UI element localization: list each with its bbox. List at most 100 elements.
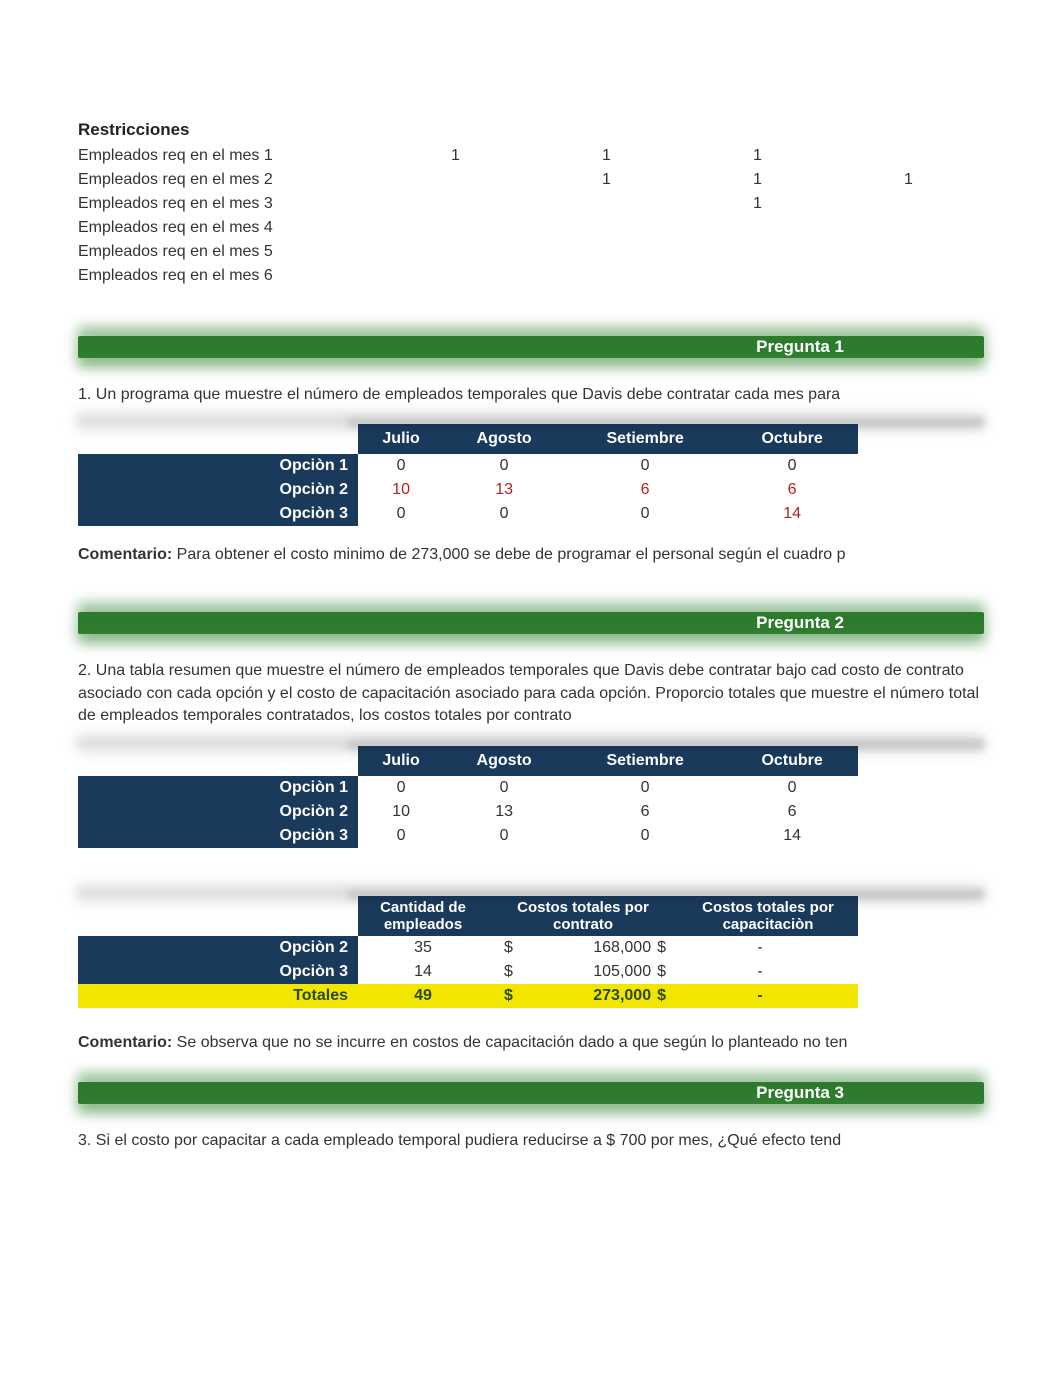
comment-label: Comentario: xyxy=(78,546,172,563)
col-header: Octubre xyxy=(726,746,858,776)
cell xyxy=(380,192,531,216)
cell: 0 xyxy=(444,776,564,800)
comment-label: Comentario: xyxy=(78,1034,172,1051)
cell: 1 xyxy=(833,168,984,192)
cell: 1 xyxy=(682,168,833,192)
restricciones-table: Empleados req en el mes 1 1 1 1 Empleado… xyxy=(78,144,984,288)
table-row: Opciòn 2 35 $ 168,000 $ - xyxy=(78,936,858,960)
row-label: Opciòn 2 xyxy=(78,478,358,502)
question-3-label: Pregunta 3 xyxy=(756,1082,844,1104)
row-label: Empleados req en el mes 5 xyxy=(78,240,380,264)
cell: 6 xyxy=(564,478,726,502)
cell: 13 xyxy=(444,800,564,824)
cell: 0 xyxy=(444,454,564,478)
cell: $ 168,000 $ xyxy=(488,936,678,960)
table-row: Empleados req en el mes 2 1 1 1 xyxy=(78,168,984,192)
cell xyxy=(531,216,682,240)
cell: - xyxy=(678,984,858,1008)
question-2-text: 2. Una tabla resumen que muestre el núme… xyxy=(78,660,984,727)
cell: 14 xyxy=(726,502,858,526)
restricciones-heading: Restricciones xyxy=(78,120,984,140)
table-row: Opciòn 3 0 0 0 14 xyxy=(78,824,858,848)
cell: - xyxy=(678,960,858,984)
cell: 13 xyxy=(444,478,564,502)
table-row: Opciòn 3 14 $ 105,000 $ - xyxy=(78,960,858,984)
cell xyxy=(380,264,531,288)
cell: 0 xyxy=(726,776,858,800)
cell: 6 xyxy=(726,478,858,502)
currency: $ xyxy=(504,987,513,1005)
pregunta2-table: Julio Agosto Setiembre Octubre Opciòn 1 … xyxy=(78,746,858,848)
comment-1: Comentario: Para obtener el costo minimo… xyxy=(78,546,984,564)
cell xyxy=(531,240,682,264)
cell: 1 xyxy=(531,168,682,192)
cell: 1 xyxy=(682,144,833,168)
cell: 14 xyxy=(726,824,858,848)
cell: 0 xyxy=(444,502,564,526)
amount: 105,000 xyxy=(513,963,657,981)
cell: - xyxy=(678,936,858,960)
row-label: Empleados req en el mes 6 xyxy=(78,264,380,288)
currency: $ xyxy=(504,939,513,957)
currency: $ xyxy=(657,987,666,1005)
cell xyxy=(682,240,833,264)
cell: 0 xyxy=(358,454,444,478)
row-label: Opciòn 3 xyxy=(78,502,358,526)
comment-text: Se observa que no se incurre en costos d… xyxy=(172,1034,847,1051)
row-label: Empleados req en el mes 4 xyxy=(78,216,380,240)
question-1-bar: Pregunta 1 xyxy=(78,330,984,364)
col-header: Costos totales por contrato xyxy=(488,896,678,937)
cell xyxy=(833,264,984,288)
col-header: Julio xyxy=(358,424,444,454)
cell xyxy=(380,216,531,240)
cell xyxy=(833,144,984,168)
row-label: Opciòn 3 xyxy=(78,824,358,848)
cell: 0 xyxy=(726,454,858,478)
cell: 0 xyxy=(358,824,444,848)
question-3-text: 3. Si el costo por capacitar a cada empl… xyxy=(78,1130,984,1152)
amount: 168,000 xyxy=(513,939,657,957)
row-label: Opciòn 3 xyxy=(78,960,358,984)
cell: 6 xyxy=(564,800,726,824)
currency: $ xyxy=(504,963,513,981)
cell xyxy=(682,216,833,240)
cell xyxy=(380,168,531,192)
col-header: Agosto xyxy=(444,746,564,776)
row-label: Opciòn 1 xyxy=(78,776,358,800)
totals-row: Totales 49 $ 273,000 $ - xyxy=(78,984,858,1008)
row-label: Opciòn 2 xyxy=(78,936,358,960)
cell xyxy=(682,264,833,288)
pregunta1-table: Julio Agosto Setiembre Octubre Opciòn 1 … xyxy=(78,424,858,526)
table-row: Opciòn 2 10 13 6 6 xyxy=(78,478,858,502)
col-header: Julio xyxy=(358,746,444,776)
comment-text: Para obtener el costo minimo de 273,000 … xyxy=(172,546,845,563)
question-1-label: Pregunta 1 xyxy=(756,336,844,358)
row-label: Totales xyxy=(78,984,358,1008)
comment-2: Comentario: Se observa que no se incurre… xyxy=(78,1034,984,1052)
cell: 1 xyxy=(682,192,833,216)
row-label: Opciòn 2 xyxy=(78,800,358,824)
table-row: Opciòn 2 10 13 6 6 xyxy=(78,800,858,824)
table-row: Empleados req en el mes 4 xyxy=(78,216,984,240)
currency: $ xyxy=(657,963,666,981)
cell: 10 xyxy=(358,800,444,824)
cell: 14 xyxy=(358,960,488,984)
table-row: Opciòn 1 0 0 0 0 xyxy=(78,454,858,478)
question-2-label: Pregunta 2 xyxy=(756,612,844,634)
question-1-text: 1. Un programa que muestre el número de … xyxy=(78,384,984,406)
row-label: Empleados req en el mes 3 xyxy=(78,192,380,216)
col-header: Octubre xyxy=(726,424,858,454)
amount: 273,000 xyxy=(513,987,657,1005)
cell: 0 xyxy=(358,502,444,526)
currency: $ xyxy=(657,939,666,957)
cell xyxy=(380,240,531,264)
table-row: Empleados req en el mes 5 xyxy=(78,240,984,264)
cell xyxy=(531,264,682,288)
table-row: Empleados req en el mes 3 1 xyxy=(78,192,984,216)
cell: 1 xyxy=(380,144,531,168)
table-row: Empleados req en el mes 6 xyxy=(78,264,984,288)
table-row: Opciòn 1 0 0 0 0 xyxy=(78,776,858,800)
cell xyxy=(833,216,984,240)
col-header: Setiembre xyxy=(564,424,726,454)
cell: 35 xyxy=(358,936,488,960)
